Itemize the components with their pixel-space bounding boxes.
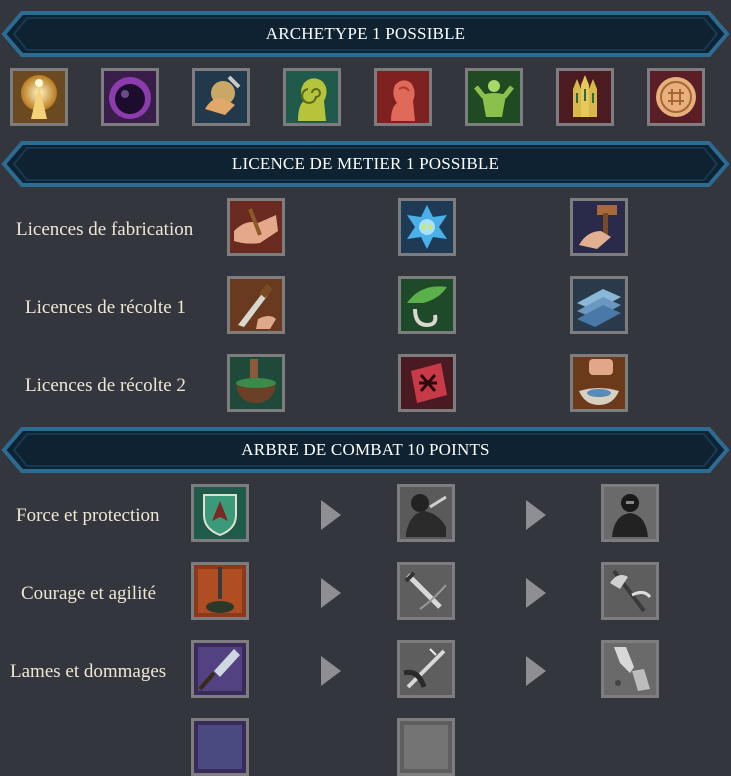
arrow-right-icon bbox=[526, 500, 546, 530]
red-rune-icon[interactable] bbox=[398, 354, 456, 412]
fist-bowl-icon[interactable] bbox=[570, 354, 628, 412]
broken-blade-icon[interactable] bbox=[601, 640, 659, 698]
arrow-right-icon bbox=[321, 656, 341, 686]
spear-tip-icon[interactable] bbox=[191, 640, 249, 698]
light-figure-icon[interactable] bbox=[10, 68, 68, 126]
next-row-icon-2[interactable] bbox=[397, 718, 455, 776]
next-row-icon-1[interactable] bbox=[191, 718, 249, 776]
handshake-icon[interactable] bbox=[227, 198, 285, 256]
sword-fire-icon[interactable] bbox=[191, 562, 249, 620]
blade-slash-icon[interactable] bbox=[397, 640, 455, 698]
licence-row-label-2: Licences de récolte 1 bbox=[25, 297, 186, 318]
purple-orb-icon[interactable] bbox=[101, 68, 159, 126]
knife-icon[interactable] bbox=[227, 276, 285, 334]
combat-banner: ARBRE DE COMBAT 10 POINTS bbox=[0, 425, 731, 475]
dark-knight-icon[interactable] bbox=[601, 484, 659, 542]
combat-row-label-2: Courage et agilité bbox=[21, 583, 157, 604]
spiral-mind-icon[interactable] bbox=[283, 68, 341, 126]
licence-row-label-3: Licences de récolte 2 bbox=[25, 375, 186, 396]
archetype-banner: ARCHETYPE 1 POSSIBLE bbox=[0, 9, 731, 59]
arrow-right-icon bbox=[321, 500, 341, 530]
combat-row-label-3: Lames et dommages bbox=[10, 661, 167, 682]
red-head-icon[interactable] bbox=[374, 68, 432, 126]
flexing-figure-icon[interactable] bbox=[465, 68, 523, 126]
arrow-right-icon bbox=[526, 578, 546, 608]
arrow-right-icon bbox=[526, 656, 546, 686]
licence-title: LICENCE DE METIER 1 POSSIBLE bbox=[231, 154, 500, 173]
spire-towers-icon[interactable] bbox=[556, 68, 614, 126]
licence-row-label-1: Licences de fabrication bbox=[16, 219, 194, 240]
glowing-hand-icon[interactable] bbox=[192, 68, 250, 126]
hammer-hand-icon[interactable] bbox=[570, 198, 628, 256]
licence-banner: LICENCE DE METIER 1 POSSIBLE bbox=[0, 139, 731, 189]
blue-plates-icon[interactable] bbox=[570, 276, 628, 334]
combat-title: ARBRE DE COMBAT 10 POINTS bbox=[241, 440, 490, 459]
armored-warrior-icon[interactable] bbox=[397, 484, 455, 542]
sickle-herb-icon[interactable] bbox=[398, 276, 456, 334]
blue-emblem-icon[interactable] bbox=[398, 198, 456, 256]
mortar-pestle-icon[interactable] bbox=[227, 354, 285, 412]
arrow-right-icon bbox=[321, 578, 341, 608]
round-seal-icon[interactable] bbox=[647, 68, 705, 126]
archetype-title: ARCHETYPE 1 POSSIBLE bbox=[265, 24, 466, 43]
axe-strike-icon[interactable] bbox=[601, 562, 659, 620]
sword-slash-icon[interactable] bbox=[397, 562, 455, 620]
combat-row-label-1: Force et protection bbox=[16, 505, 160, 526]
green-shield-icon[interactable] bbox=[191, 484, 249, 542]
